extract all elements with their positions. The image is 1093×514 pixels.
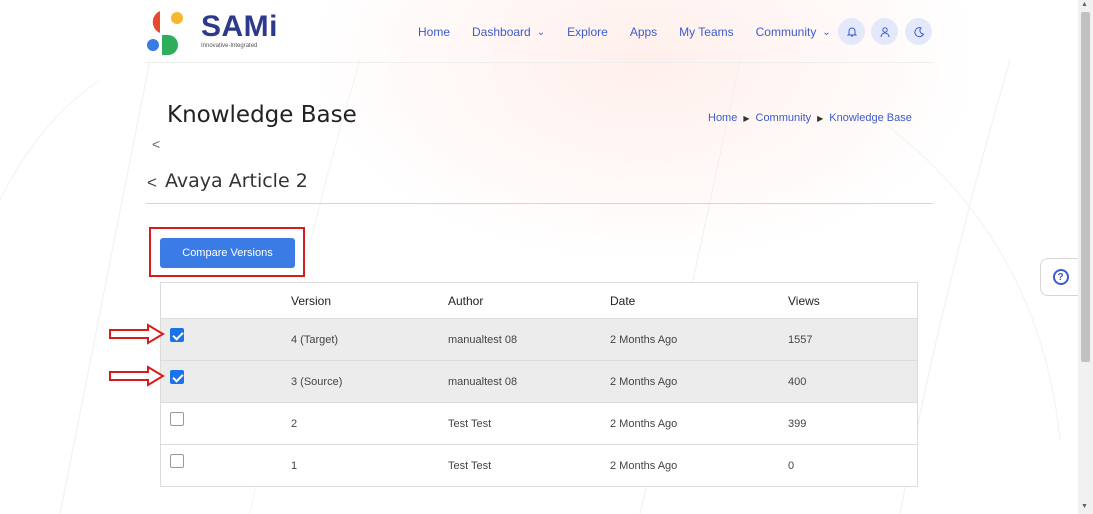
- scrollbar-thumb[interactable]: [1081, 12, 1090, 362]
- nav-dashboard[interactable]: Dashboard ⌄: [472, 25, 545, 39]
- column-header-views: Views: [788, 293, 820, 308]
- row-checkbox[interactable]: [170, 454, 184, 468]
- nav-community-label: Community: [755, 25, 817, 39]
- header-divider: [146, 62, 933, 63]
- logo-text: SAMi: [201, 10, 278, 43]
- table-row: 1 Test Test 2 Months Ago 0: [161, 444, 917, 486]
- author-cell: manualtest 08: [448, 375, 518, 388]
- scroll-down-icon[interactable]: ▼: [1081, 503, 1088, 510]
- table-row: 2 Test Test 2 Months Ago 399: [161, 402, 917, 444]
- author-cell: manualtest 08: [448, 333, 518, 346]
- page-title: Knowledge Base: [167, 102, 357, 128]
- row-checkbox[interactable]: [170, 328, 184, 342]
- annotation-arrow-icon: [109, 323, 165, 345]
- scrollbar[interactable]: ▲ ▼: [1078, 0, 1093, 514]
- nav-apps-label: Apps: [629, 25, 658, 39]
- views-cell: 1557: [788, 333, 813, 346]
- table-row: 3 (Source) manualtest 08 2 Months Ago 40…: [161, 360, 917, 402]
- annotation-arrow-icon: [109, 365, 165, 387]
- versions-table: Version Author Date Views 4 (Target) man…: [160, 282, 918, 487]
- nav-explore[interactable]: Explore: [567, 25, 608, 39]
- caret-right-icon: ▶: [817, 113, 824, 123]
- breadcrumb-home[interactable]: Home: [708, 112, 737, 124]
- scroll-up-icon[interactable]: ▲: [1081, 1, 1088, 8]
- breadcrumb: Home ▶ Community ▶ Knowledge Base: [708, 112, 912, 124]
- back-button[interactable]: <: [152, 136, 160, 152]
- version-cell: 2: [291, 417, 298, 430]
- row-checkbox[interactable]: [170, 412, 184, 426]
- date-cell: 2 Months Ago: [610, 417, 678, 430]
- version-cell: 1: [291, 459, 298, 472]
- nav-apps[interactable]: Apps: [630, 25, 657, 39]
- row-checkbox[interactable]: [170, 370, 184, 384]
- chevron-down-icon: ⌄: [536, 26, 546, 38]
- article-divider: [146, 203, 933, 204]
- notifications-button[interactable]: [838, 18, 865, 45]
- date-cell: 2 Months Ago: [610, 333, 678, 346]
- column-header-version: Version: [291, 293, 332, 308]
- version-cell: 4 (Target): [291, 333, 339, 346]
- profile-button[interactable]: [871, 18, 898, 45]
- author-cell: Test Test: [448, 417, 492, 430]
- background-glow: [250, 0, 970, 300]
- article-back-button[interactable]: <: [147, 173, 157, 193]
- main-nav: Home Dashboard ⌄ Explore Apps My Teams Co…: [418, 24, 853, 40]
- date-cell: 2 Months Ago: [610, 459, 678, 472]
- version-cell: 3 (Source): [291, 375, 343, 388]
- nav-explore-label: Explore: [567, 25, 608, 39]
- caret-right-icon: ▶: [743, 113, 750, 123]
- user-icon: [880, 26, 889, 37]
- nav-home[interactable]: Home: [418, 25, 450, 39]
- date-cell: 2 Months Ago: [610, 375, 678, 388]
- bell-icon: [846, 27, 857, 36]
- author-cell: Test Test: [448, 459, 492, 472]
- table-row: 4 (Target) manualtest 08 2 Months Ago 15…: [161, 318, 917, 360]
- views-cell: 399: [788, 417, 807, 430]
- nav-community[interactable]: Community ⌄: [756, 25, 831, 39]
- breadcrumb-knowledge-base[interactable]: Knowledge Base: [829, 112, 912, 124]
- breadcrumb-community[interactable]: Community: [756, 112, 812, 124]
- nav-home-label: Home: [418, 25, 451, 39]
- column-header-date: Date: [610, 293, 636, 308]
- nav-my-teams[interactable]: My Teams: [679, 25, 733, 39]
- nav-dashboard-label: Dashboard: [472, 25, 531, 39]
- column-header-author: Author: [448, 293, 484, 308]
- views-cell: 400: [788, 375, 807, 388]
- moon-icon: [913, 26, 924, 37]
- table-header: Version Author Date Views: [161, 283, 917, 318]
- article-title: Avaya Article 2: [165, 170, 308, 192]
- help-icon: ?: [1052, 269, 1069, 285]
- logo[interactable]: SAMi Innovative-Integrated: [146, 9, 278, 55]
- logo-tagline: Innovative-Integrated: [201, 43, 258, 49]
- nav-my-teams-label: My Teams: [679, 25, 734, 39]
- compare-versions-button[interactable]: Compare Versions: [160, 238, 295, 268]
- theme-toggle-button[interactable]: [905, 18, 932, 45]
- logo-mark: [147, 11, 183, 55]
- chevron-down-icon: ⌄: [822, 26, 831, 38]
- views-cell: 0: [788, 459, 795, 472]
- help-button[interactable]: ?: [1040, 258, 1080, 296]
